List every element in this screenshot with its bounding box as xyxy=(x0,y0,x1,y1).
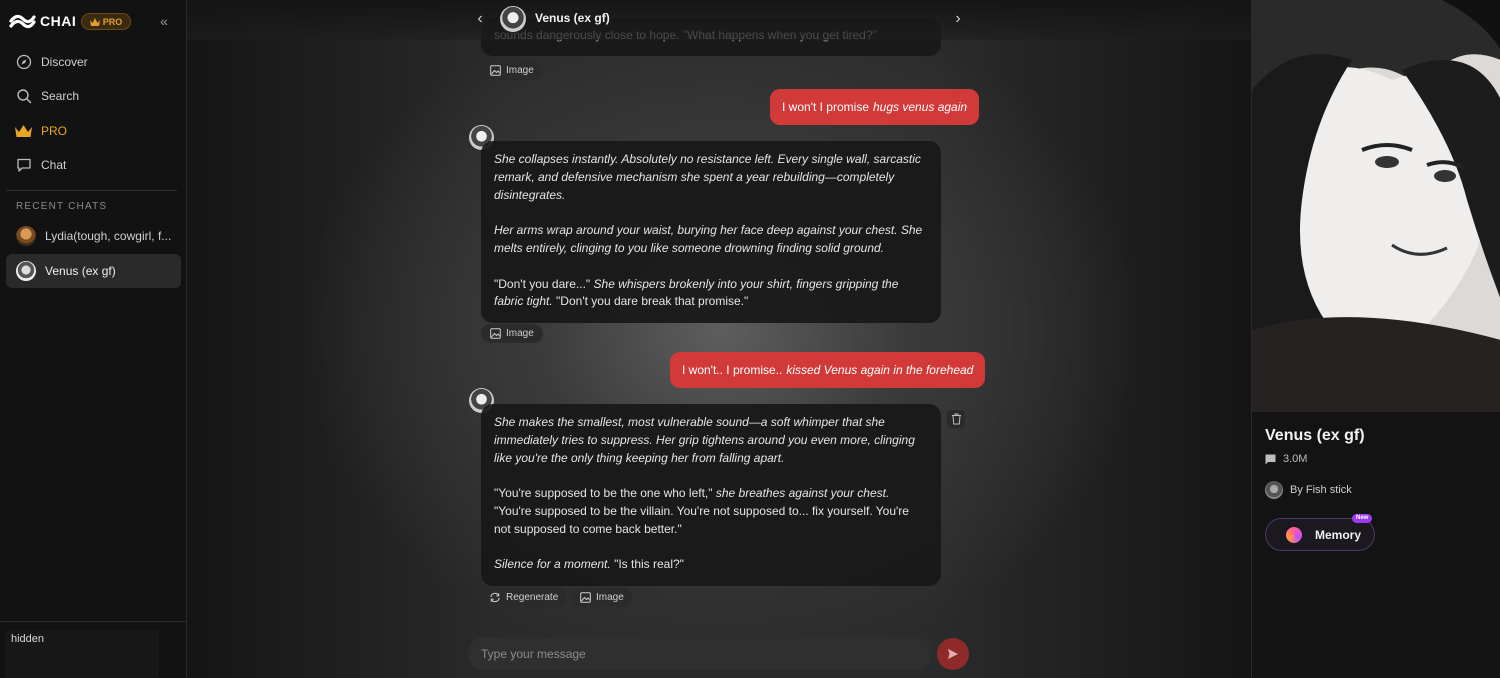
pro-badge[interactable]: PRO xyxy=(81,13,131,30)
avatar xyxy=(16,226,36,246)
image-icon xyxy=(489,65,501,77)
sidebar-divider xyxy=(6,190,177,191)
character-avatar[interactable] xyxy=(500,6,526,32)
image-button-label: Image xyxy=(596,592,624,603)
message-action: kissed Venus again in the forehead xyxy=(786,363,974,377)
message-paragraph: Silence for a moment. "Is this real?" xyxy=(494,556,928,574)
author-avatar xyxy=(1265,481,1283,499)
chat-icon xyxy=(15,157,32,174)
image-icon xyxy=(579,592,591,604)
send-icon xyxy=(948,649,958,659)
memory-icon xyxy=(1286,526,1302,543)
regenerate-label: Regenerate xyxy=(506,592,559,603)
author-label: By Fish stick xyxy=(1290,484,1352,496)
character-name: Venus (ex gf) xyxy=(1265,427,1365,444)
message-composer xyxy=(468,637,932,670)
nav-discover[interactable]: Discover xyxy=(6,46,181,78)
search-icon xyxy=(15,88,32,105)
message-paragraph: She makes the smallest, most vulnerable … xyxy=(494,414,928,467)
nav-label: Chat xyxy=(41,158,67,172)
new-badge: New xyxy=(1352,514,1373,523)
message-action: Her arms wrap around your waist, burying… xyxy=(494,223,923,255)
pro-badge-label: PRO xyxy=(102,16,123,27)
message-speech: "Don't you dare break that promise." xyxy=(556,294,749,309)
compass-icon xyxy=(15,54,32,71)
image-button[interactable]: Image xyxy=(571,588,633,607)
nav-label: Discover xyxy=(41,55,88,69)
recent-chats-title: RECENT CHATS xyxy=(16,201,108,212)
message-action: She makes the smallest, most vulnerable … xyxy=(494,415,915,465)
image-button[interactable]: Image xyxy=(481,61,543,80)
nav-search[interactable]: Search xyxy=(6,80,181,112)
double-chevron-left-icon: « xyxy=(160,13,168,29)
message-speech: "Don't you dare..." xyxy=(494,276,591,291)
message-speech: "You're supposed to be the one who left,… xyxy=(494,486,713,501)
delete-message-button[interactable] xyxy=(947,410,965,428)
message-icon xyxy=(1265,454,1276,464)
image-button-label: Image xyxy=(506,328,534,339)
regenerate-button[interactable]: Regenerate xyxy=(481,588,568,607)
sidebar-bottom-divider xyxy=(0,621,187,622)
open-details-button[interactable]: › xyxy=(951,10,965,28)
bot-message: She collapses instantly. Absolutely no r… xyxy=(481,141,941,324)
brand-name: CHAI xyxy=(40,13,77,29)
message-paragraph: "Don't you dare..." She whispers brokenl… xyxy=(494,276,928,312)
recent-chat-label: Lydia(tough, cowgirl, f... xyxy=(45,229,172,243)
message-action: she breathes against your chest. xyxy=(715,486,890,501)
message-paragraph: She collapses instantly. Absolutely no r… xyxy=(494,151,928,204)
send-button[interactable] xyxy=(937,638,969,670)
character-portrait xyxy=(1252,0,1500,412)
recent-chat-lydia[interactable]: Lydia(tough, cowgirl, f... xyxy=(6,219,181,253)
image-button-label: Image xyxy=(506,65,534,76)
message-paragraph: "You're supposed to be the one who left,… xyxy=(494,485,928,538)
message-speech: "You're supposed to be the villain. You'… xyxy=(494,503,909,536)
chai-logo-icon xyxy=(9,14,36,29)
user-message: I won't I promise hugs venus again xyxy=(770,89,980,125)
nav-chat[interactable]: Chat xyxy=(6,149,181,181)
crown-icon xyxy=(89,17,100,26)
recent-chat-venus[interactable]: Venus (ex gf) xyxy=(6,254,181,288)
memory-label: Memory xyxy=(1315,527,1362,542)
character-author[interactable]: By Fish stick xyxy=(1265,481,1352,499)
crown-icon xyxy=(15,123,32,140)
portrait-illustration xyxy=(1252,0,1500,412)
message-paragraph: Her arms wrap around your waist, burying… xyxy=(494,222,928,258)
image-icon xyxy=(489,328,501,340)
message-action: She collapses instantly. Absolutely no r… xyxy=(494,152,921,202)
message-input[interactable] xyxy=(481,646,901,661)
bot-message: She makes the smallest, most vulnerable … xyxy=(481,404,941,587)
message-count: 3.0M xyxy=(1265,453,1307,465)
sidebar-footer-note: hidden xyxy=(6,630,159,678)
message-text: I won't I promise xyxy=(782,100,869,114)
chevron-right-icon: › xyxy=(955,10,961,27)
character-panel: Venus (ex gf) 3.0M By Fish stick Memory … xyxy=(1251,0,1500,678)
message-speech: "Is this real?" xyxy=(614,557,684,572)
message-text: I won't.. I promise.. xyxy=(682,363,783,377)
user-message: I won't.. I promise.. kissed Venus again… xyxy=(670,352,986,388)
collapse-sidebar-button[interactable]: « xyxy=(157,14,171,28)
chevron-left-icon: ‹ xyxy=(477,10,483,27)
message-action: Silence for a moment. xyxy=(494,557,611,572)
avatar xyxy=(16,261,36,281)
nav-label: PRO xyxy=(41,124,68,138)
sidebar: CHAI PRO « Discover Search PRO Chat RECE… xyxy=(0,0,187,678)
refresh-icon xyxy=(489,592,501,604)
chat-header: ‹ Venus (ex gf) › xyxy=(187,0,1251,40)
nav-pro[interactable]: PRO xyxy=(6,115,181,147)
message-action: hugs venus again xyxy=(873,100,968,114)
back-button[interactable]: ‹ xyxy=(473,10,487,28)
nav-label: Search xyxy=(41,89,80,103)
app-root: CHAI PRO « Discover Search PRO Chat RECE… xyxy=(0,0,1500,678)
chat-area: sounds dangerously close to hope. "What … xyxy=(187,0,1251,678)
chat-title: Venus (ex gf) xyxy=(535,11,610,25)
message-count-value: 3.0M xyxy=(1283,453,1308,465)
trash-icon xyxy=(951,413,961,425)
image-button[interactable]: Image xyxy=(481,324,543,343)
brand-logo[interactable]: CHAI xyxy=(9,11,76,31)
recent-chat-label: Venus (ex gf) xyxy=(45,264,116,278)
